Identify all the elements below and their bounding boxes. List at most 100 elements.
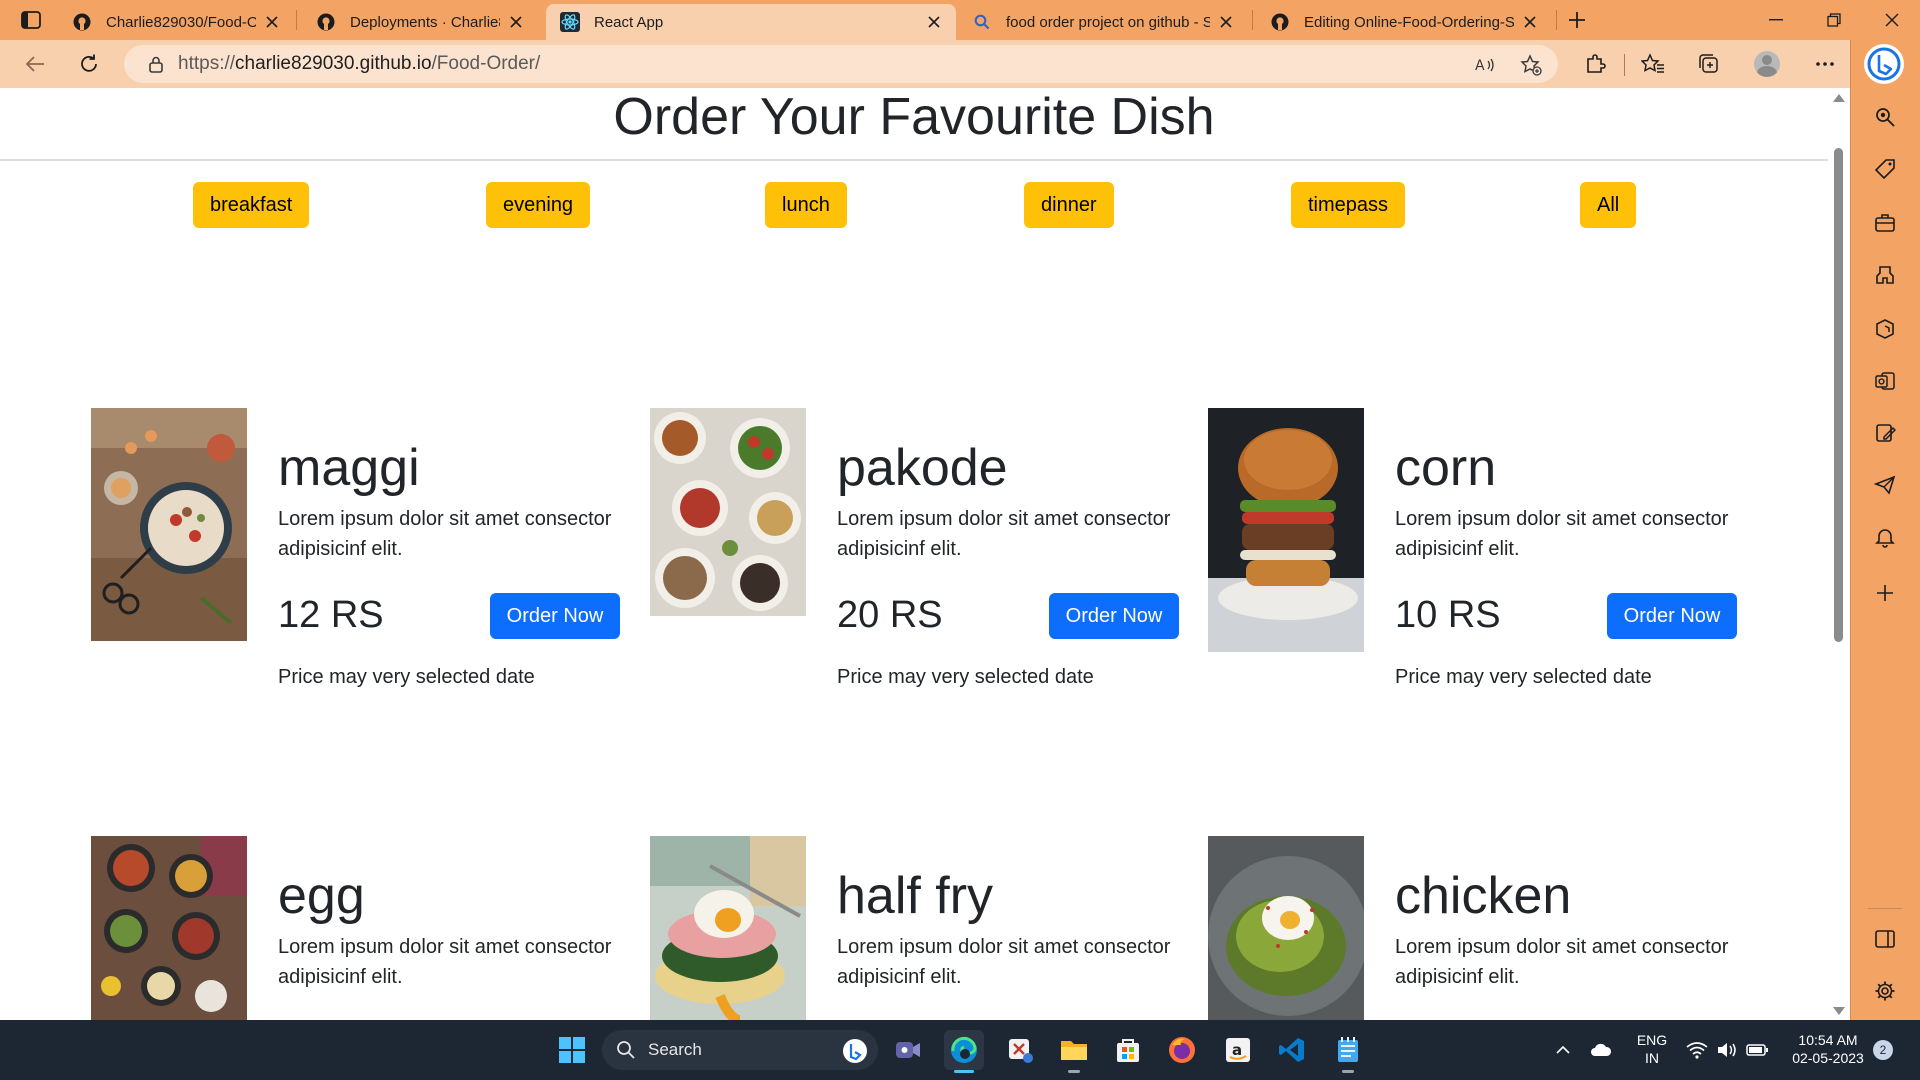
tools-briefcase-icon[interactable] [1870,208,1900,238]
url-text[interactable]: https://charlie829030.github.io/Food-Ord… [178,53,540,75]
close-window-button[interactable] [1864,0,1920,40]
tab-deployments[interactable]: Deployments · Charlie829030/Fo [302,4,538,40]
dish-description: Lorem ipsum dolor sit amet consector adi… [837,508,1171,560]
games-icon[interactable] [1870,260,1900,290]
amazon-icon[interactable]: a [1218,1030,1258,1070]
drop-icon[interactable] [1870,418,1900,448]
notification-badge[interactable]: 2 [1873,1040,1893,1060]
github-icon [316,12,336,32]
order-now-button[interactable]: Order Now [1607,593,1737,639]
running-app-indicator [1068,1070,1080,1073]
language-code: ENG [1636,1032,1668,1048]
new-tab-button[interactable] [1562,6,1592,34]
search-icon[interactable] [1870,102,1900,132]
profile-avatar[interactable] [1754,51,1780,77]
scroll-up-arrow-icon[interactable] [1833,94,1845,102]
browser-toolbar: https://charlie829030.github.io/Food-Ord… [0,40,1850,88]
close-icon[interactable] [262,12,282,32]
add-favorite-icon[interactable] [1520,54,1542,76]
file-explorer-icon[interactable] [1054,1030,1094,1070]
page-viewport: Order Your Favourite Dish breakfast even… [0,88,1850,1020]
collections-icon[interactable] [1692,48,1726,80]
language-indicator[interactable]: ENG IN [1632,1031,1672,1067]
snipping-tool-icon[interactable] [1000,1030,1040,1070]
add-icon[interactable] [1870,578,1900,608]
close-icon[interactable] [924,12,944,32]
extensions-icon[interactable] [1578,48,1612,80]
dish-photo-maggi [91,408,247,641]
back-button[interactable] [18,48,52,80]
favorites-icon[interactable] [1636,48,1670,80]
outlook-icon[interactable] [1870,366,1900,396]
order-now-button[interactable]: Order Now [490,593,620,639]
wifi-icon[interactable] [1686,1040,1708,1060]
firefox-icon[interactable] [1162,1030,1202,1070]
tab-search-results[interactable]: food order project on github - Se [958,4,1248,40]
dish-photo-corn [1208,408,1364,652]
dish-description: Lorem ipsum dolor sit amet consector adi… [837,936,1171,988]
dish-name: egg [278,867,365,925]
send-icon[interactable] [1870,470,1900,500]
category-lunch-button[interactable]: lunch [765,182,847,228]
category-timepass-button[interactable]: timepass [1291,182,1406,228]
tab-separator [1556,10,1557,30]
windows-start-icon[interactable] [552,1030,592,1070]
show-hidden-icons-chevron-icon[interactable] [1552,1040,1574,1060]
more-options-icon[interactable] [1808,48,1842,80]
microsoft-365-icon[interactable] [1870,314,1900,344]
tab-editing-repo[interactable]: Editing Online-Food-Ordering-Sy [1256,4,1552,40]
tab-react-app[interactable]: React App [546,4,956,40]
battery-icon[interactable] [1746,1040,1768,1060]
hide-sidebar-icon[interactable] [1870,924,1900,954]
minimize-button[interactable] [1748,0,1804,40]
close-icon[interactable] [1216,12,1236,32]
search-label: Search [648,1040,702,1059]
search-icon [972,12,992,32]
sidebar-divider [1868,908,1902,909]
category-dinner-button[interactable]: dinner [1024,182,1114,228]
tab-food-order-repo[interactable]: Charlie829030/Food-Order [58,4,294,40]
scroll-down-arrow-icon[interactable] [1833,1007,1845,1015]
address-bar[interactable]: https://charlie829030.github.io/Food-Ord… [124,45,1558,83]
tab-actions-icon[interactable] [14,8,48,32]
teams-meet-icon[interactable] [888,1030,928,1070]
close-icon[interactable] [1520,12,1540,32]
dish-name: half fry [837,867,994,925]
onedrive-cloud-icon[interactable] [1590,1040,1612,1060]
dish-photo-chicken [1208,836,1364,1020]
bing-copilot-icon[interactable] [1864,44,1904,84]
react-icon [560,12,580,32]
shopping-tag-icon[interactable] [1870,154,1900,184]
edge-browser-icon[interactable] [944,1030,984,1070]
volume-icon[interactable] [1716,1040,1738,1060]
restore-button[interactable] [1806,0,1862,40]
dish-photo-pakode [650,408,806,616]
clock-time: 10:54 AM [1798,1032,1858,1048]
order-now-button[interactable]: Order Now [1049,593,1179,639]
vscode-icon[interactable] [1272,1030,1312,1070]
dish-description: Lorem ipsum dolor sit amet consector adi… [1395,936,1729,988]
settings-gear-icon[interactable] [1870,976,1900,1006]
scrollbar-thumb[interactable] [1834,148,1843,642]
category-all-button[interactable]: All [1580,182,1637,228]
category-breakfast-button[interactable]: breakfast [193,182,310,228]
toolbar-divider [1624,54,1625,76]
dish-name: maggi [278,439,420,497]
clock-date: 02-05-2023 [1792,1050,1864,1066]
dish-price: 20 RS [837,594,943,636]
taskbar-search-box[interactable]: Search [602,1030,878,1070]
heading-divider [0,159,1828,161]
microsoft-store-icon[interactable] [1108,1030,1148,1070]
dish-name: corn [1395,439,1497,497]
price-note: Price may very selected date [1395,666,1652,688]
clock[interactable]: 10:54 AM 02-05-2023 [1786,1031,1870,1067]
notification-bell-icon[interactable] [1870,522,1900,552]
refresh-button[interactable] [72,48,106,80]
read-aloud-icon[interactable]: A [1474,54,1496,76]
category-evening-button[interactable]: evening [486,182,591,228]
dish-photo-egg [91,836,247,1020]
lock-icon[interactable] [146,54,166,74]
close-icon[interactable] [506,12,526,32]
dish-name: pakode [837,439,1008,497]
notepad-icon[interactable] [1328,1030,1368,1070]
